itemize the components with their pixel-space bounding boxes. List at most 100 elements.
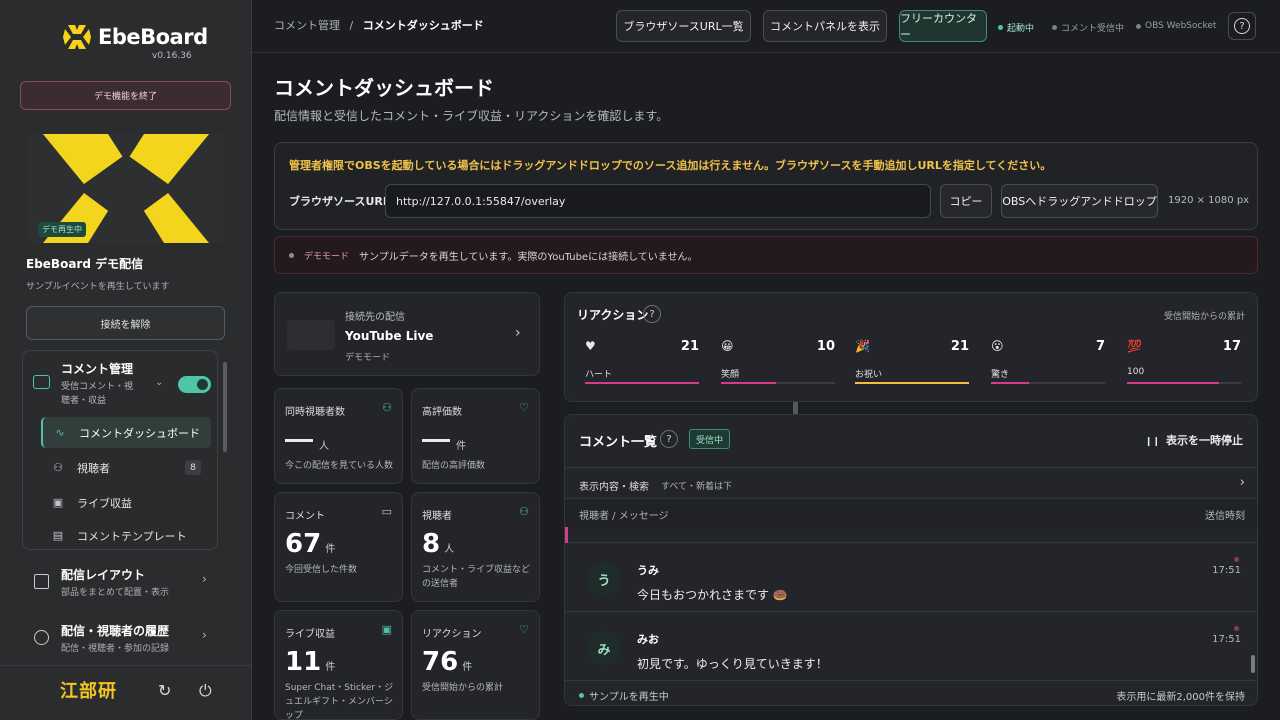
surprise-icon: 😮 xyxy=(991,339,1004,353)
reaction-item: 💯 17 100 xyxy=(1127,337,1241,387)
chevron-down-icon[interactable]: ⌄ xyxy=(155,377,163,388)
chevron-right-icon: › xyxy=(1239,475,1245,490)
reaction-bar-fill xyxy=(855,382,969,384)
demo-banner-text: サンプルデータを再生しています。実際のYouTubeには接続していません。 xyxy=(359,251,698,263)
stat-value: 8人 xyxy=(422,529,454,559)
pause-label: 表示を一時停止 xyxy=(1166,434,1243,447)
comment-author: うみ xyxy=(637,564,659,577)
stat-label: 視聴者 xyxy=(422,511,452,522)
sidebar-scrollbar[interactable] xyxy=(223,362,227,452)
sidebar-item-title: 配信レイアウト xyxy=(61,568,146,582)
demo-mode-tag: デモモード xyxy=(304,251,350,262)
status-dot xyxy=(1136,23,1141,29)
banner-dot xyxy=(289,252,294,258)
status-comment-receiving: コメント受信中 xyxy=(1052,21,1124,34)
comment-receive-toggle[interactable] xyxy=(178,376,211,393)
stat-card-likes: 高評価数 ♡ 件 配信の高評価数 xyxy=(411,388,540,484)
reaction-count: 10 xyxy=(816,339,835,354)
obs-drag-drop-button[interactable]: OBSへドラッグアンドドロップ xyxy=(1001,184,1158,218)
gift-icon: ▣ xyxy=(52,496,64,509)
sidebar-item-title: 配信・視聴者の履歴 xyxy=(61,624,170,638)
connection-thumbnail xyxy=(287,320,335,350)
help-icon: ? xyxy=(1234,18,1250,34)
chevron-right-icon: › xyxy=(202,628,207,642)
pause-display-button[interactable]: ❙❙ 表示を一時停止 xyxy=(1145,432,1243,448)
users-icon: ⚇ xyxy=(53,461,63,474)
stat-card-viewers: 視聴者 ⚇ 8人 コメント・ライブ収益などの送信者 xyxy=(411,492,540,602)
sidebar-item-comment-dashboard[interactable]: ∿ コメントダッシュボード xyxy=(41,417,211,448)
comment-list-scrollbar[interactable] xyxy=(1251,655,1255,673)
sidebar-item-viewers[interactable]: ⚇ 視聴者 8 xyxy=(41,452,211,483)
comment-message: 初見です。ゆっくり見ていきます！ xyxy=(637,657,828,671)
filter-label: 表示内容・検索 xyxy=(579,482,649,493)
viewer-count-badge: 8 xyxy=(185,460,201,475)
admin-warning: 管理者権限でOBSを起動している場合にはドラッグアンドドロップでのソース追加は行… xyxy=(289,159,1052,172)
comment-row[interactable]: う うみ 今日もおつかれさまです 🍩 17:51 xyxy=(565,544,1257,612)
reaction-bar-track xyxy=(855,382,969,384)
app-version: v0.16.36 xyxy=(152,51,192,61)
page-title: コメントダッシュボード xyxy=(274,76,494,100)
free-counter-button[interactable]: フリーカウンター xyxy=(899,10,987,42)
sidebar-footer xyxy=(0,665,252,720)
breadcrumb-root[interactable]: コメント管理 xyxy=(274,19,340,32)
status-dot xyxy=(998,25,1003,30)
nav-group-title: コメント管理 xyxy=(61,362,134,376)
status-dot xyxy=(579,693,584,698)
help-icon[interactable]: ? xyxy=(660,430,678,448)
stat-card-concurrent-viewers: 同時視聴者数 ⚇ 人 今この配信を見ている人数 xyxy=(274,388,403,484)
stat-value: 67 件 xyxy=(285,529,335,559)
pulse-icon: ∿ xyxy=(55,426,65,439)
status-obs-websocket: OBS WebSocket xyxy=(1136,21,1216,31)
stream-title: EbeBoard デモ配信 xyxy=(26,257,144,271)
sidebar-item-live-revenue[interactable]: ▣ ライブ収益 xyxy=(41,487,211,518)
power-icon[interactable]: ⏻ xyxy=(199,681,212,701)
help-button[interactable]: ? xyxy=(1228,12,1256,40)
stat-value: 76 件 xyxy=(422,647,472,677)
stat-unit: 件 xyxy=(325,544,336,555)
stat-label: コメント xyxy=(285,511,325,522)
header-divider xyxy=(252,52,1280,53)
retention-note: 表示用に最新2,000件を保持 xyxy=(1116,692,1245,703)
main-content: コメント管理 / コメントダッシュボード ブラウザソースURL一覧 コメントパネ… xyxy=(252,0,1280,720)
status-label: OBS WebSocket xyxy=(1145,21,1217,31)
sidebar-item-stream-layout[interactable]: 配信レイアウト 部品をまとめて配置・表示 › xyxy=(22,557,218,607)
comment-row[interactable]: み みお 初見です。ゆっくり見ていきます！ 17:51 xyxy=(565,613,1257,681)
sidebar-item-history[interactable]: 配信・視聴者の履歴 配信・視聴者・参加の記録 › xyxy=(22,613,218,663)
unread-dot xyxy=(1234,557,1239,562)
connection-label: 接続先の配信 xyxy=(345,312,405,323)
refresh-icon[interactable]: ↻ xyxy=(158,681,171,700)
disconnect-button[interactable]: 接続を解除 xyxy=(26,306,225,340)
browser-source-list-button[interactable]: ブラウザソースURL一覧 xyxy=(616,10,751,42)
overlay-dimensions: 1920 × 1080 px xyxy=(1168,195,1250,206)
breadcrumb: コメント管理 / コメントダッシュボード xyxy=(274,17,484,33)
stat-value: 11 件 xyxy=(285,647,335,677)
reactions-title: リアクション xyxy=(577,308,649,322)
connection-card[interactable]: 接続先の配信 YouTube Live デモモード › xyxy=(274,292,540,376)
browser-source-url-input[interactable] xyxy=(385,184,931,218)
sidebar-item-label: 視聴者 xyxy=(77,461,110,475)
comment-message: 今日もおつかれさまです 🍩 xyxy=(637,588,788,602)
obs-browser-source-panel: 管理者権限でOBSを起動している場合にはドラッグアンドドロップでのソース追加は行… xyxy=(274,142,1258,230)
help-icon[interactable]: ? xyxy=(643,305,661,323)
reaction-count: 17 xyxy=(1222,339,1241,354)
sidebar-item-label: コメントダッシュボード xyxy=(79,426,200,440)
column-sent-time: 送信時刻 xyxy=(1205,511,1245,522)
nav-group-header[interactable]: コメント管理 受信コメント・視聴者・収益 ⌄ xyxy=(23,351,219,411)
sidebar-item-comment-template[interactable]: ▤ コメントテンプレート xyxy=(41,520,211,551)
copy-button[interactable]: コピー xyxy=(940,184,992,218)
column-viewer-message: 視聴者 / メッセージ xyxy=(579,511,669,522)
app-name: EbeBoard xyxy=(98,25,208,49)
filter-search-row[interactable]: 表示内容・検索 すべて・新着は下 › xyxy=(565,467,1257,499)
party-icon: 🎉 xyxy=(855,339,870,353)
stat-unit: 人 xyxy=(319,441,329,452)
heart-icon: ♥ xyxy=(585,339,596,353)
page-subtitle: 配信情報と受信したコメント・ライブ収益・リアクションを確認します。 xyxy=(274,109,669,123)
comment-icon: ▭ xyxy=(381,505,392,518)
demo-playing-badge: デモ再生中 xyxy=(38,222,86,237)
comment-list-footer: サンプルを再生中 表示用に最新2,000件を保持 xyxy=(565,683,1257,705)
unread-dot xyxy=(1234,626,1239,631)
nav-group-comment-management: コメント管理 受信コメント・視聴者・収益 ⌄ ∿ コメントダッシュボード ⚇ 視… xyxy=(22,350,218,550)
nav-group-subtitle: 受信コメント・視聴者・収益 xyxy=(61,382,134,406)
show-comment-panel-button[interactable]: コメントパネルを表示 xyxy=(763,10,887,42)
end-demo-button[interactable]: デモ機能を終了 xyxy=(20,81,231,110)
